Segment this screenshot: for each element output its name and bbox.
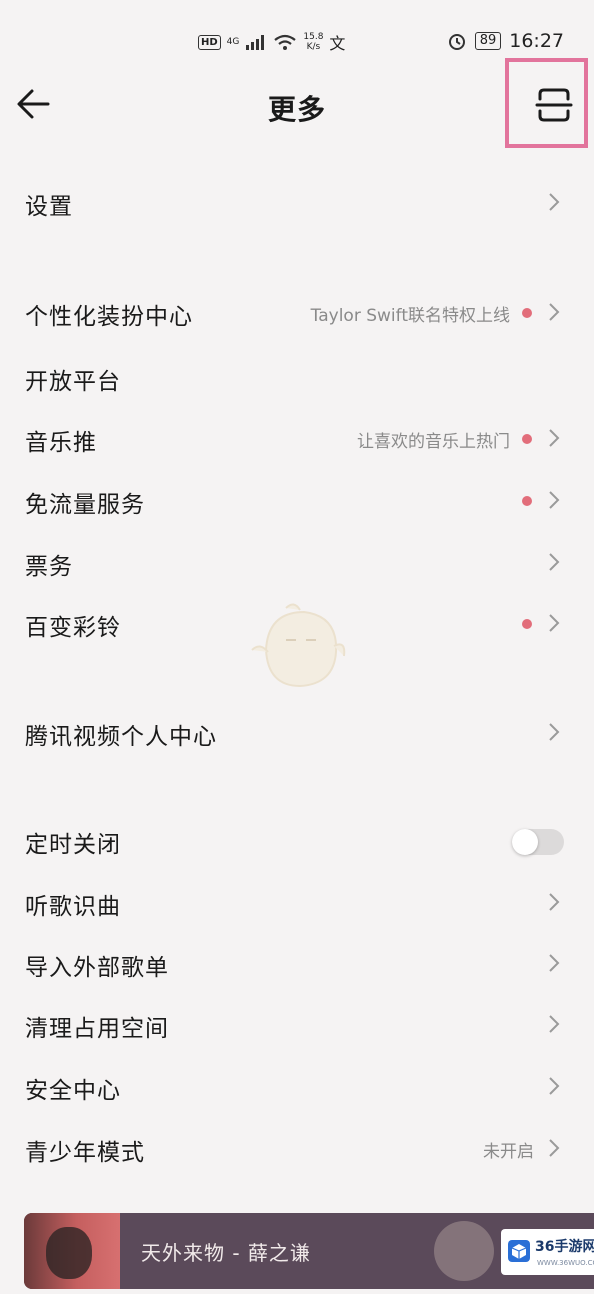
menu-item-import-playlist[interactable]: 导入外部歌单	[0, 936, 594, 992]
menu-item-song-recognition[interactable]: 听歌识曲	[0, 875, 594, 931]
clock: 16:27	[509, 30, 564, 52]
menu-item-music-promote[interactable]: 音乐推 让喜欢的音乐上热门	[0, 411, 594, 467]
cover-art	[46, 1227, 92, 1279]
menu-item-tencent-video[interactable]: 腾讯视频个人中心	[0, 705, 594, 761]
menu-item-label: 安全中心	[25, 1078, 121, 1104]
menu-item-label: 免流量服务	[25, 492, 145, 518]
alarm-icon	[448, 34, 465, 50]
net-speed-unit: K/s	[306, 42, 321, 52]
toggle-knob	[512, 829, 538, 855]
menu-item-label: 票务	[25, 554, 73, 580]
chevron-right-icon	[549, 1139, 560, 1157]
menu-item-label: 定时关闭	[25, 832, 121, 858]
album-cover[interactable]	[24, 1213, 120, 1289]
menu-item-subtitle: 让喜欢的音乐上热门	[357, 432, 510, 452]
menu-item-label: 开放平台	[25, 369, 121, 395]
battery-indicator: 89	[474, 32, 502, 50]
red-dot-badge	[522, 434, 532, 444]
chevron-right-icon	[549, 954, 560, 972]
menu-item-free-data[interactable]: 免流量服务	[0, 473, 594, 529]
menu-item-subtitle: Taylor Swift联名特权上线	[310, 306, 510, 326]
mascot-watermark	[251, 603, 346, 688]
watermark-text: 36手游网	[535, 1239, 594, 1255]
red-dot-badge	[522, 619, 532, 629]
red-dot-badge	[522, 496, 532, 506]
chevron-right-icon	[549, 1077, 560, 1095]
menu-item-label: 青少年模式	[25, 1140, 145, 1166]
chevron-right-icon	[549, 614, 560, 632]
play-button[interactable]	[434, 1221, 494, 1281]
site-watermark: 36手游网 WWW.36WUO.COM	[501, 1229, 594, 1275]
menu-item-settings[interactable]: 设置	[0, 175, 594, 231]
chevron-right-icon	[549, 429, 560, 447]
sleep-timer-toggle[interactable]	[512, 829, 564, 855]
menu-item-label: 腾讯视频个人中心	[25, 724, 217, 750]
menu-item-label: 设置	[25, 194, 73, 220]
menu-item-sleep-timer: 定时关闭	[0, 813, 594, 869]
header: 更多	[0, 58, 594, 150]
menu-item-tickets[interactable]: 票务	[0, 535, 594, 591]
menu-item-clear-storage[interactable]: 清理占用空间	[0, 997, 594, 1053]
chevron-right-icon	[549, 303, 560, 321]
menu-item-label: 听歌识曲	[25, 894, 121, 920]
chevron-right-icon	[549, 723, 560, 741]
menu-item-teen-mode[interactable]: 青少年模式 未开启	[0, 1121, 594, 1177]
signal-icon	[246, 35, 265, 50]
input-method-icon: 文	[329, 34, 346, 53]
chevron-right-icon	[549, 553, 560, 571]
menu-item-subtitle: 未开启	[483, 1142, 534, 1162]
watermark-url: WWW.36WUO.COM	[537, 1259, 594, 1267]
mini-player[interactable]: 天外来物 - 薛之谦 36手游网 WWW.36WUO.COM	[24, 1213, 594, 1289]
scan-icon[interactable]	[533, 84, 575, 126]
chevron-right-icon	[549, 1015, 560, 1033]
menu-item-label: 个性化装扮中心	[25, 304, 193, 330]
hd-icon: HD	[198, 34, 221, 50]
cube-logo-icon	[508, 1240, 530, 1262]
net-speed-value: 15.8	[303, 32, 324, 42]
net-speed: 15.8 K/s	[303, 32, 323, 52]
chevron-right-icon	[549, 491, 560, 509]
menu-item-label: 音乐推	[25, 430, 97, 456]
status-icons: HD 4G 15.8 K/s 文	[198, 30, 345, 54]
chevron-right-icon	[549, 193, 560, 211]
menu-item-label: 百变彩铃	[25, 615, 121, 641]
menu-item-label: 清理占用空间	[25, 1016, 169, 1042]
chevron-right-icon	[549, 893, 560, 911]
wifi-icon	[274, 34, 297, 50]
menu-item-label: 导入外部歌单	[25, 955, 169, 981]
menu-item-open-platform[interactable]: 开放平台	[0, 350, 594, 406]
menu-item-theme-center[interactable]: 个性化装扮中心 Taylor Swift联名特权上线	[0, 285, 594, 341]
red-dot-badge	[522, 308, 532, 318]
now-playing-title: 天外来物 - 薛之谦	[141, 1241, 311, 1265]
status-right: 89 16:27	[447, 30, 564, 52]
network-type: 4G	[226, 37, 240, 47]
menu-item-security-center[interactable]: 安全中心	[0, 1059, 594, 1115]
